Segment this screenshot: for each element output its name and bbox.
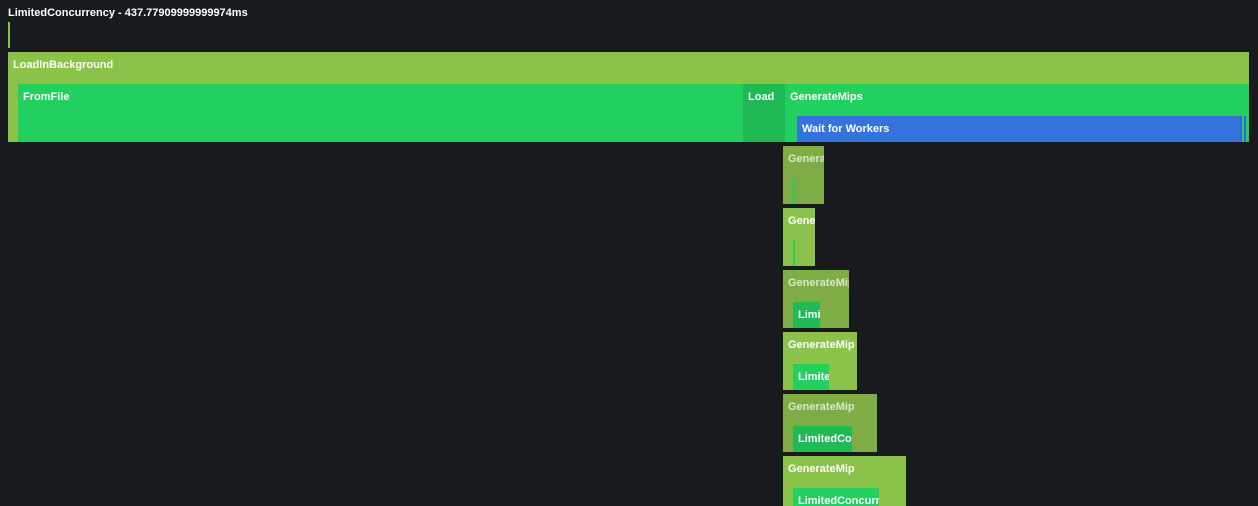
span-label: GenerateMip bbox=[788, 215, 815, 227]
span-generate-mip[interactable]: GenerateMip LimitedConcurrency bbox=[783, 270, 849, 328]
root-span-marker[interactable] bbox=[8, 22, 10, 48]
span-limited-concurrency[interactable]: LimitedConcurrency bbox=[793, 364, 829, 390]
span-label: GenerateMip bbox=[788, 339, 855, 351]
span-label: GenerateMip bbox=[788, 401, 855, 413]
span-label: LimitedConcurrency bbox=[798, 433, 852, 445]
span-generate-mip[interactable]: GenerateMip LimitedConcurrency bbox=[783, 394, 877, 452]
span-tail-marker[interactable] bbox=[1240, 116, 1242, 142]
span-generate-mip[interactable]: GenerateMip bbox=[783, 208, 815, 266]
span-limited-concurrency[interactable] bbox=[793, 240, 795, 266]
span-load[interactable]: Load bbox=[743, 84, 785, 142]
span-generate-mip[interactable]: GenerateMip LimitedConcurrency bbox=[783, 456, 906, 506]
trace-title: LimitedConcurrency - 437.77909999999974m… bbox=[8, 7, 248, 19]
span-label: LimitedConcurrency bbox=[798, 371, 829, 383]
span-from-file[interactable]: FromFile bbox=[18, 84, 743, 142]
span-label: GenerateMip bbox=[788, 153, 824, 165]
span-generate-mip[interactable]: GenerateMip bbox=[783, 146, 824, 204]
span-label: Wait for Workers bbox=[802, 123, 890, 135]
span-tail-marker[interactable] bbox=[1244, 116, 1246, 142]
span-limited-concurrency[interactable] bbox=[793, 178, 795, 204]
span-label: Load bbox=[748, 91, 775, 103]
span-label: GenerateMip bbox=[788, 463, 855, 475]
span-wait-for-workers[interactable]: Wait for Workers bbox=[797, 116, 1240, 142]
span-generate-mip[interactable]: GenerateMip LimitedConcurrency bbox=[783, 332, 857, 390]
span-limited-concurrency[interactable]: LimitedConcurrency bbox=[793, 302, 820, 328]
span-label: LimitedConcurrency bbox=[798, 309, 820, 321]
span-limited-concurrency[interactable]: LimitedConcurrency bbox=[793, 488, 879, 506]
span-limited-concurrency[interactable]: LimitedConcurrency bbox=[793, 426, 852, 452]
span-label: FromFile bbox=[23, 91, 70, 103]
span-label: GenerateMip bbox=[788, 277, 849, 289]
span-label: GenerateMips bbox=[790, 91, 863, 103]
span-label: LoadInBackground bbox=[13, 59, 114, 71]
span-label: LimitedConcurrency bbox=[798, 495, 879, 506]
